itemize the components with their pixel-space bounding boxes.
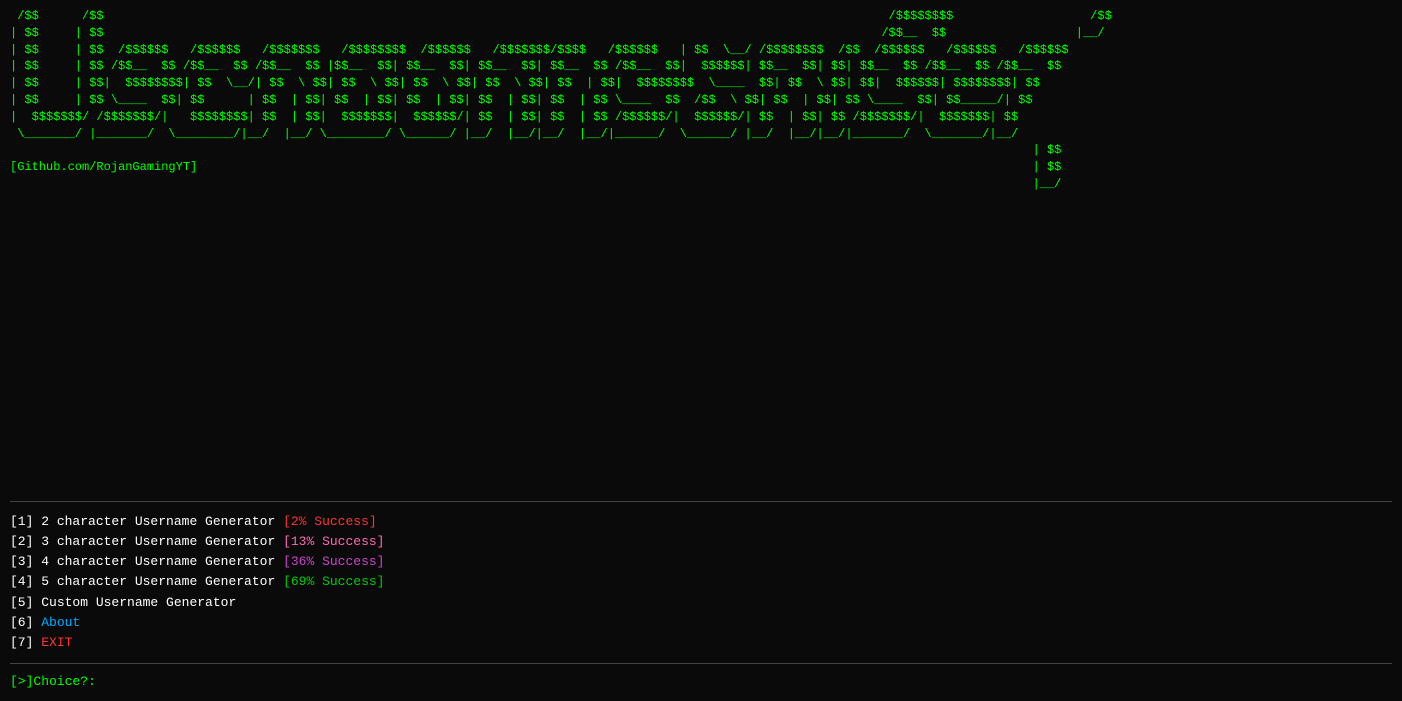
terminal: /$$ /$$ /$$$$$$$$ /$$ | $$ | $$	[0, 0, 1402, 701]
choice-input[interactable]	[96, 674, 296, 689]
menu-item-7[interactable]: [7] EXIT	[10, 633, 1392, 653]
menu-item-6[interactable]: [6] About	[10, 613, 1392, 633]
menu-item-3[interactable]: [3] 4 character Username Generator [36% …	[10, 552, 1392, 572]
top-divider	[10, 501, 1392, 502]
choice-label: Choice?:	[33, 674, 95, 689]
menu-item-4[interactable]: [4] 5 character Username Generator [69% …	[10, 572, 1392, 592]
menu-item-5[interactable]: [5] Custom Username Generator	[10, 593, 1392, 613]
menu-item-1[interactable]: [1] 2 character Username Generator [2% S…	[10, 512, 1392, 532]
prompt-label: [>]	[10, 674, 33, 689]
input-section: [>] Choice?:	[10, 670, 1392, 693]
ascii-art-section: /$$ /$$ /$$$$$$$$ /$$ | $$ | $$	[10, 8, 1392, 495]
menu-item-2[interactable]: [2] 3 character Username Generator [13% …	[10, 532, 1392, 552]
ascii-banner: /$$ /$$ /$$$$$$$$ /$$ | $$ | $$	[10, 8, 1392, 193]
bottom-divider	[10, 663, 1392, 664]
menu-section: [1] 2 character Username Generator [2% S…	[10, 508, 1392, 657]
